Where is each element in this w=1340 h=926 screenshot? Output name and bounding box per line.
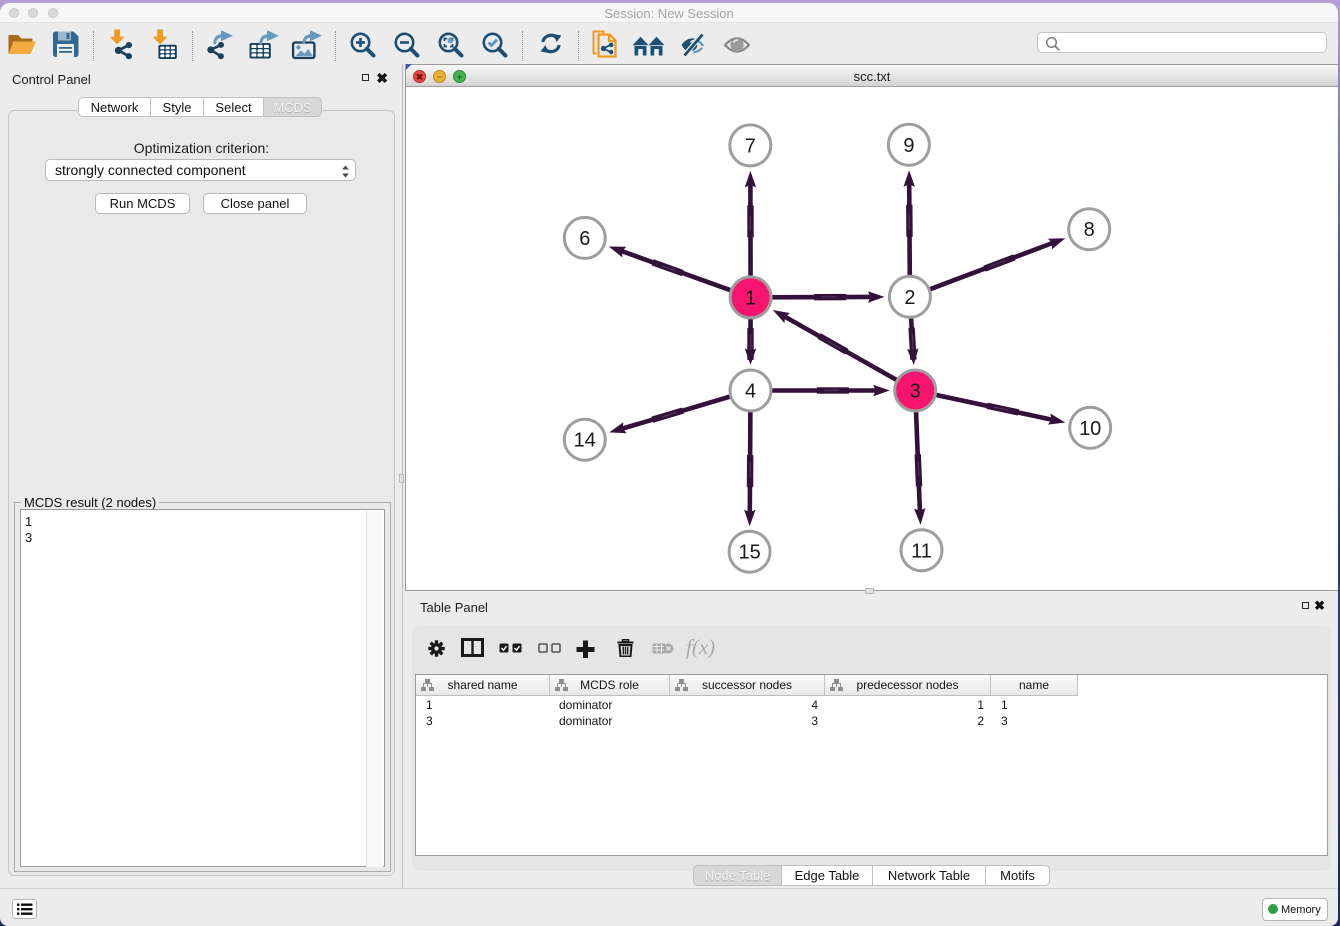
svg-text:11: 11 xyxy=(911,540,932,562)
svg-text:1: 1 xyxy=(745,287,756,309)
svg-text:7: 7 xyxy=(745,135,756,157)
svg-text:15: 15 xyxy=(738,542,760,564)
svg-text:14: 14 xyxy=(574,430,596,452)
svg-text:9: 9 xyxy=(903,135,914,157)
svg-text:4: 4 xyxy=(745,381,756,403)
svg-text:2: 2 xyxy=(904,287,915,309)
svg-text:3: 3 xyxy=(910,381,921,403)
svg-text:10: 10 xyxy=(1079,418,1101,440)
svg-text:8: 8 xyxy=(1084,219,1095,241)
svg-text:6: 6 xyxy=(579,228,590,250)
